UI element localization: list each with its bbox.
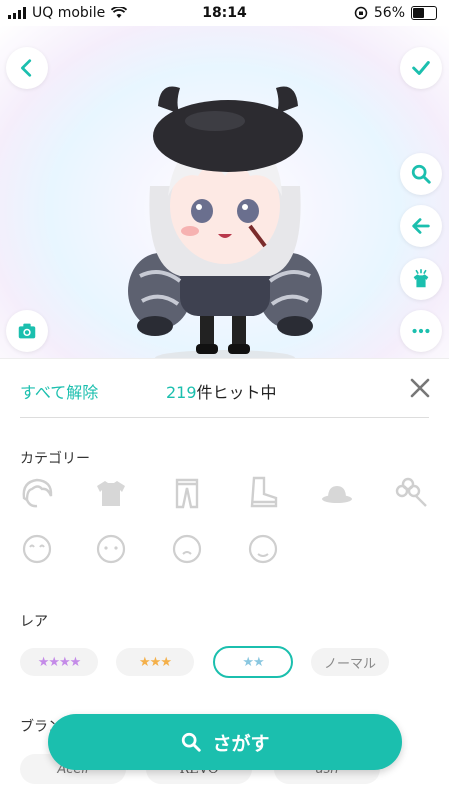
filter-header: すべて解除 219件ヒット中 [0,359,449,419]
search-icon [182,732,202,752]
battery-percent: 56% [373,5,405,21]
hat-icon[interactable] [318,474,356,512]
face-smile-icon[interactable] [18,530,56,568]
normal-label: ノーマル [323,656,376,672]
face-blank-icon[interactable] [244,530,282,568]
avatar-figure [128,86,322,366]
shirt-sparkle-icon [413,269,429,288]
search-button[interactable]: さがす [48,714,402,770]
face-neutral-icon[interactable] [168,530,206,568]
search-icon [411,164,431,184]
back-button[interactable] [6,47,48,89]
check-icon [412,61,430,75]
hit-suffix: 件ヒット中 [196,383,277,402]
bottom-icon[interactable] [168,474,206,512]
arrow-left-icon [412,218,430,234]
avatar-stage [0,26,449,366]
hit-number: 219 [166,383,197,402]
status-right: 56% [354,5,437,21]
outfit-button[interactable] [400,258,442,300]
more-icon [412,328,430,334]
shoes-icon[interactable] [244,474,282,512]
close-icon[interactable] [409,377,431,399]
search-tool-button[interactable] [400,153,442,195]
stars-2: ★★ [242,654,264,670]
category-label: カテゴリー [20,451,90,467]
camera-button[interactable] [6,310,48,352]
status-bar: UQ mobile 18:14 56% [0,0,449,26]
camera-icon [18,323,36,339]
search-button-label: さがす [212,732,270,755]
stars-3: ★★★ [139,654,172,670]
chevron-left-icon [21,59,32,77]
rarity-2star-chip[interactable]: ★★ [213,646,293,678]
hair-icon[interactable] [18,474,56,512]
divider [20,417,429,418]
top-icon[interactable] [92,474,130,512]
stars-4: ★★★★ [37,654,82,670]
more-button[interactable] [400,310,442,352]
rarity-label: レア [20,614,48,630]
hit-count: 219件ヒット中 [166,379,277,403]
clear-all-button[interactable]: すべて解除 [20,379,98,403]
face-plain-icon[interactable] [92,530,130,568]
confirm-button[interactable] [400,47,442,89]
battery-icon [411,6,437,20]
undo-button[interactable] [400,205,442,247]
rotation-lock-icon [354,6,368,20]
rarity-normal-chip[interactable]: ノーマル [311,648,389,676]
rarity-4star-chip[interactable]: ★★★★ [20,648,98,676]
rarity-3star-chip[interactable]: ★★★ [116,648,194,676]
accessory-icon[interactable] [394,474,432,512]
